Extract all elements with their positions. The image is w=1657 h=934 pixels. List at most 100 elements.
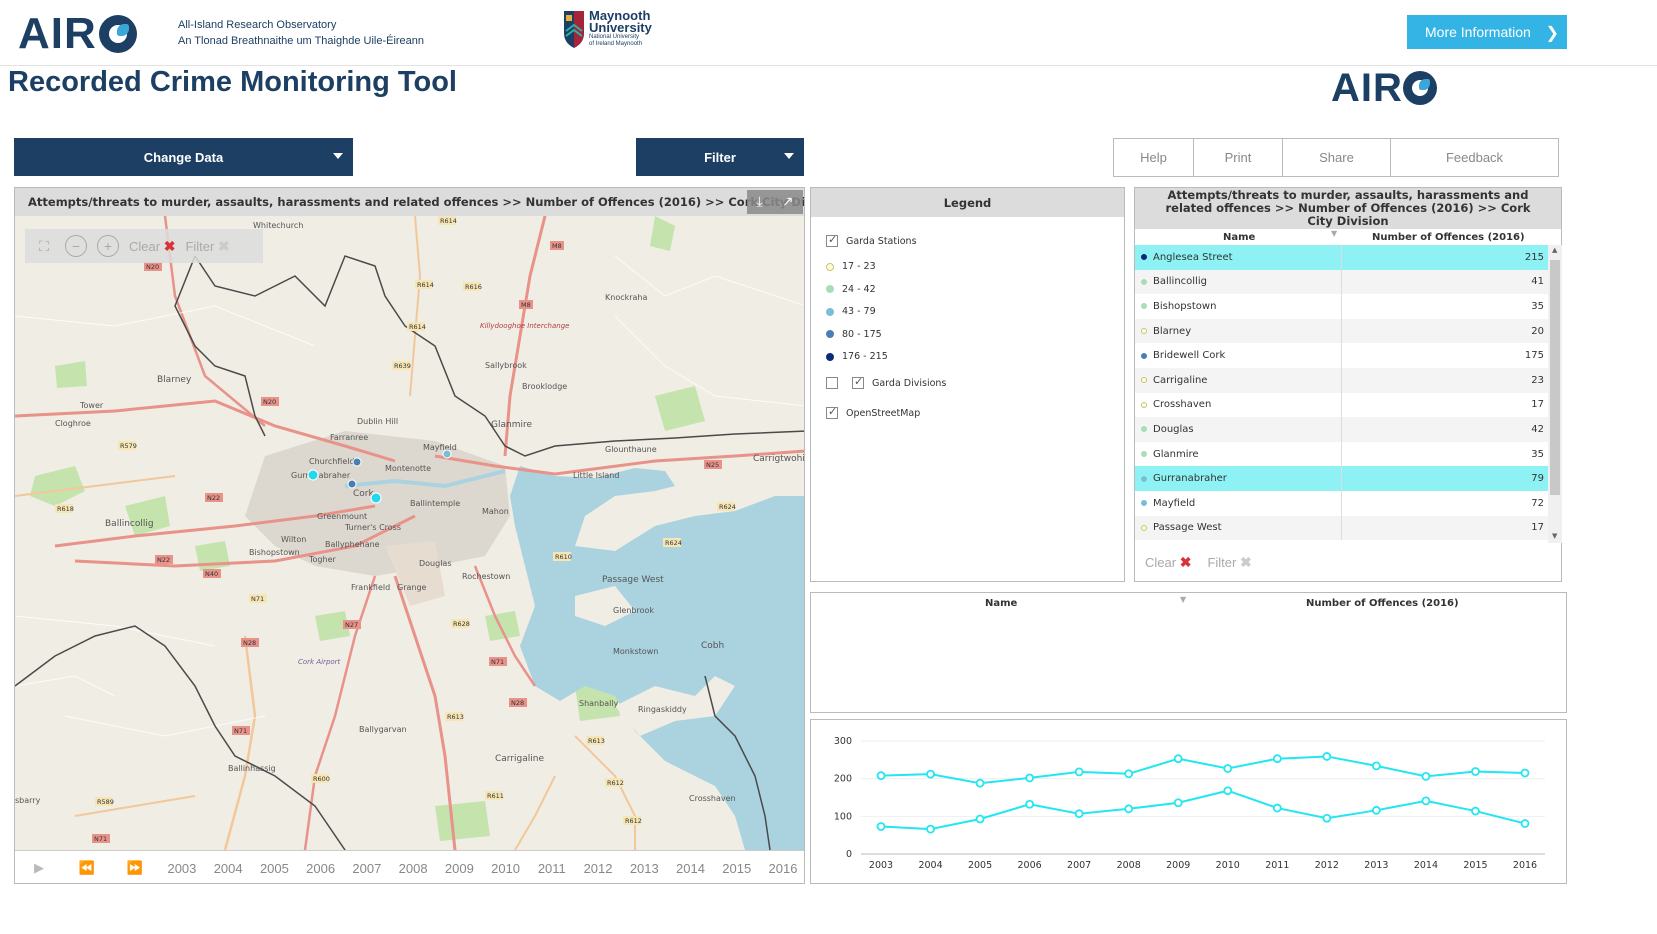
timeline-year[interactable]: 2014 [667, 861, 713, 876]
scroll-up-icon[interactable]: ▲ [1552, 246, 1557, 254]
series-point [1025, 799, 1035, 809]
airo-o-icon [98, 15, 137, 53]
station-marker[interactable] [352, 457, 362, 467]
place-label: Rochestown [462, 572, 510, 581]
station-marker-selected[interactable] [370, 492, 382, 504]
table-row[interactable]: Ballincollig 41 [1135, 269, 1548, 295]
timeline-year[interactable]: 2013 [621, 861, 667, 876]
series-point [1471, 767, 1480, 776]
table-cell-name: Blarney [1135, 318, 1342, 344]
map-canvas[interactable]: Whitechurch Knockraha Killydooghoe Inter… [15, 216, 805, 850]
table-clear-button[interactable]: Clear ✖ [1145, 554, 1191, 571]
caret-down-icon [784, 153, 794, 159]
place-label: Sallybrook [485, 361, 527, 370]
station-marker-selected[interactable] [307, 469, 319, 481]
feedback-button[interactable]: Feedback [1391, 139, 1558, 176]
garda-divisions-checkbox[interactable] [852, 375, 864, 389]
table-row[interactable]: Anglesea Street 215 [1135, 245, 1548, 270]
table-row[interactable]: Bridewell Cork 175 [1135, 343, 1548, 368]
page-title: Recorded Crime Monitoring Tool [8, 66, 457, 98]
filter-dropdown[interactable]: Filter [636, 138, 804, 176]
series-point [1173, 798, 1183, 808]
play-icon[interactable]: ▶ [15, 860, 63, 876]
station-name: Bridewell Cork [1153, 350, 1226, 362]
zoom-out-icon[interactable]: − [65, 235, 87, 257]
garda-stations-checkbox[interactable] [826, 233, 838, 247]
legend-osm[interactable]: OpenStreetMap [826, 405, 921, 419]
airo-o-icon [1402, 71, 1437, 105]
table-row[interactable]: Bishopstown 35 [1135, 294, 1548, 319]
garda-stations-label: Garda Stations [846, 235, 917, 247]
series-point [876, 771, 886, 781]
station-marker[interactable] [347, 479, 357, 489]
timeline-year[interactable]: 2004 [205, 861, 251, 876]
timeline-year[interactable]: 2015 [714, 861, 760, 876]
step-back-icon[interactable]: ⏪ [63, 860, 111, 876]
place-label: Ringaskiddy [638, 705, 687, 714]
osm-label: OpenStreetMap [846, 407, 921, 419]
timeline-year[interactable]: 2005 [251, 861, 297, 876]
selection-column-value[interactable]: Number of Offences (2016) [1306, 598, 1459, 609]
sort-down-icon[interactable]: ▼ [1180, 595, 1186, 604]
filter-x-icon: ✖ [217, 237, 230, 254]
timeline-year[interactable]: 2012 [575, 861, 621, 876]
selection-column-name[interactable]: Name [985, 598, 1017, 609]
legend-garda-stations[interactable]: Garda Stations [826, 233, 917, 247]
x-tick-label: 2015 [1463, 860, 1487, 871]
filter-x-icon: ✖ [1239, 554, 1252, 570]
table-scroll-thumb[interactable] [1550, 260, 1560, 495]
offences-value: 35 [1531, 300, 1544, 312]
zoom-in-icon[interactable]: + [97, 235, 119, 257]
table-row[interactable]: Blarney 20 [1135, 318, 1548, 344]
svg-text:N20: N20 [263, 398, 276, 406]
table-filter-button[interactable]: Filter ✖ [1207, 554, 1251, 571]
column-value-header[interactable]: Number of Offences (2016) [1372, 232, 1525, 243]
maynooth-logo[interactable]: Maynooth University National University … [563, 9, 652, 49]
class-swatch [1141, 475, 1147, 482]
svg-text:R613: R613 [588, 737, 605, 745]
garda-divisions-outer-checkbox[interactable] [826, 377, 838, 389]
table-cell-name: Gurranabraher [1135, 466, 1342, 491]
expand-icon[interactable]: ↗ [782, 194, 794, 210]
station-marker[interactable] [442, 449, 452, 459]
table-row[interactable]: Mayfield 72 [1135, 491, 1548, 516]
table-row[interactable]: Glanmire 35 [1135, 441, 1548, 467]
osm-checkbox[interactable] [826, 405, 838, 419]
place-label: Frankfield [351, 583, 390, 592]
timeline-year[interactable]: 2006 [298, 861, 344, 876]
map-filter-button[interactable]: Filter ✖ [185, 238, 229, 255]
change-data-dropdown[interactable]: Change Data [14, 138, 353, 176]
timeline-year[interactable]: 2011 [529, 861, 575, 876]
table-row[interactable]: Gurranabraher 79 [1135, 466, 1548, 491]
timeline-year[interactable]: 2010 [482, 861, 528, 876]
legend-class-row: 43 - 79 [826, 306, 876, 317]
help-button[interactable]: Help [1114, 139, 1194, 176]
share-button[interactable]: Share [1283, 139, 1391, 176]
step-forward-icon[interactable]: ⏩ [111, 860, 159, 876]
airo-logo[interactable]: AIR [18, 9, 137, 58]
timeline-year[interactable]: 2003 [159, 861, 205, 876]
table-row[interactable]: Carrigaline 23 [1135, 368, 1548, 393]
table-row[interactable]: Douglas 42 [1135, 417, 1548, 442]
more-information-button[interactable]: More Information ❯ [1407, 15, 1567, 49]
map-clear-button[interactable]: Clear ✖ [129, 238, 175, 255]
sort-down-icon[interactable]: ▼ [1331, 229, 1337, 238]
legend-garda-divisions[interactable]: Garda Divisions [826, 375, 946, 389]
timeline-year[interactable]: 2009 [436, 861, 482, 876]
timeline-year[interactable]: 2016 [760, 861, 804, 876]
table-row[interactable]: Passage West 17 [1135, 515, 1548, 541]
table-cell-name: Anglesea Street [1135, 245, 1342, 270]
print-button[interactable]: Print [1194, 139, 1283, 176]
offences-value: 23 [1531, 374, 1544, 386]
fullscreen-icon[interactable]: ⛶ [33, 235, 55, 257]
map-download-control[interactable]: ⤓ ↗ [747, 190, 803, 214]
maynooth-shield-icon [563, 9, 585, 49]
svg-text:R616: R616 [465, 283, 482, 291]
station-table-panel: Attempts/threats to murder, assaults, ha… [1134, 187, 1562, 582]
scroll-down-icon[interactable]: ▼ [1552, 532, 1557, 540]
timeline-year[interactable]: 2008 [390, 861, 436, 876]
timeline-year[interactable]: 2007 [344, 861, 390, 876]
download-icon[interactable]: ⤓ [757, 194, 763, 210]
table-row[interactable]: Crosshaven 17 [1135, 392, 1548, 418]
column-name-header[interactable]: Name [1223, 232, 1255, 243]
